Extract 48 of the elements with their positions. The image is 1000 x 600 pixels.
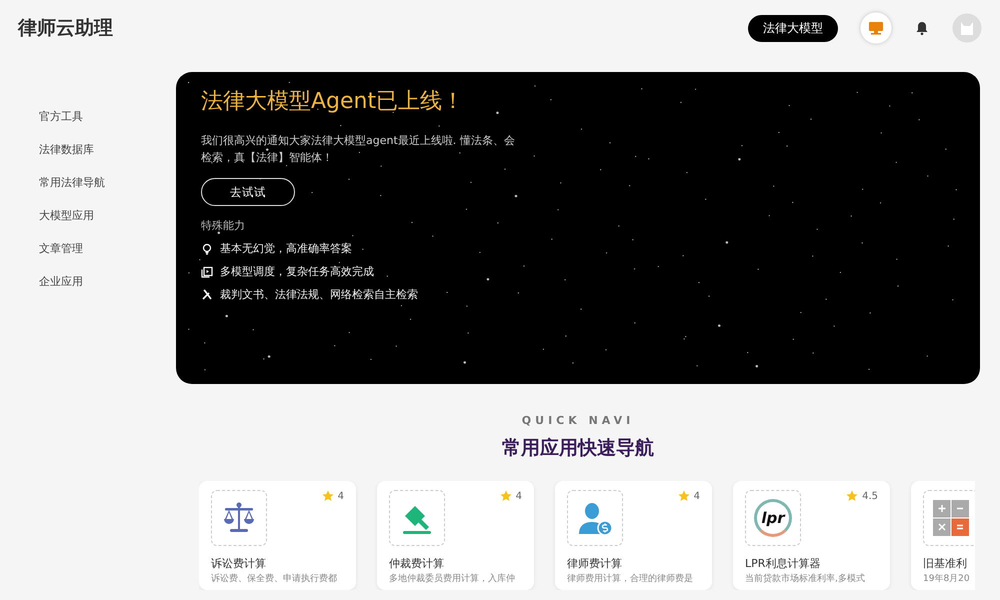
app-card[interactable]: 4 仲裁费计算 多地仲裁委员费用计算，入库仲 — [377, 481, 534, 590]
rating-value: 4.5 — [862, 490, 878, 502]
rating-value: 4 — [694, 490, 700, 502]
sidebar-item[interactable]: 官方工具 — [0, 108, 176, 126]
features-title: 特殊能力 — [201, 218, 246, 233]
rating-value: 4 — [516, 490, 522, 502]
sidebar-item[interactable]: 常用法律导航 — [0, 174, 176, 192]
lightbulb-icon — [201, 242, 213, 254]
businessman-icon — [577, 500, 613, 536]
star-icon — [678, 490, 690, 502]
card-description: 多地仲裁委员费用计算，入库仲 — [389, 573, 516, 586]
star-icon — [500, 490, 512, 502]
try-button[interactable]: 去试试 — [201, 178, 295, 206]
sidebar-item[interactable]: 企业应用 — [0, 273, 176, 291]
lpr-logo: lpr — [754, 499, 792, 537]
sidebar-item[interactable]: 大模型应用 — [0, 207, 176, 225]
card-title: LPR利息计算器 — [745, 556, 822, 571]
layers-icon — [201, 266, 213, 278]
app-card[interactable]: 旧基准利 19年8月20 — [911, 481, 975, 590]
app-card[interactable]: 4 律师费计算 律师费用计算，合理的律师费是 — [555, 481, 712, 590]
bell-icon[interactable] — [914, 20, 930, 36]
sidebar-item[interactable]: 法律数据库 — [0, 141, 176, 159]
sidebar-item[interactable]: 文章管理 — [0, 240, 176, 258]
card-description: 律师费用计算，合理的律师费是 — [567, 573, 694, 586]
app-card[interactable]: lpr 4.5 LPR利息计算器 当前贷款市场标准利率,多模式 — [733, 481, 890, 590]
banner-title: 法律大模型Agent已上线！ — [201, 88, 466, 116]
banner-description: 我们很高兴的通知大家法律大模型agent最近上线啦. 懂法条、会检索，真【法律】智能体！ — [201, 133, 516, 166]
card-title: 旧基准利 — [923, 556, 968, 571]
card-description: 当前贷款市场标准利率,多模式 — [745, 573, 866, 586]
section-title: 常用应用快速导航 — [502, 436, 654, 461]
feature-text: 基本无幻觉，高准确率答案 — [220, 241, 352, 256]
calculator-icon — [933, 500, 969, 536]
tools-icon — [201, 288, 213, 300]
app-card[interactable]: 4 诉讼费计算 诉讼费、保全费、申请执行费都 — [199, 481, 356, 590]
card-title: 律师费计算 — [567, 556, 623, 571]
card-description: 诉讼费、保全费、申请执行费都 — [211, 573, 338, 586]
rating-value: 4 — [338, 490, 344, 502]
card-description: 19年8月20 — [923, 573, 971, 586]
card-title: 诉讼费计算 — [211, 556, 267, 571]
section-eyebrow: QUICK NAVI — [522, 414, 634, 427]
star-icon — [846, 490, 858, 502]
monitor-icon[interactable] — [860, 12, 892, 44]
star-icon — [322, 490, 334, 502]
feature-text: 多模型调度，复杂任务高效完成 — [220, 264, 374, 279]
model-button[interactable]: 法律大模型 — [748, 14, 838, 42]
card-title: 仲裁费计算 — [389, 556, 445, 571]
site-logo[interactable]: 律师云助理 — [18, 15, 113, 41]
feature-text: 裁判文书、法律法规、网络检索自主检索 — [220, 287, 418, 302]
